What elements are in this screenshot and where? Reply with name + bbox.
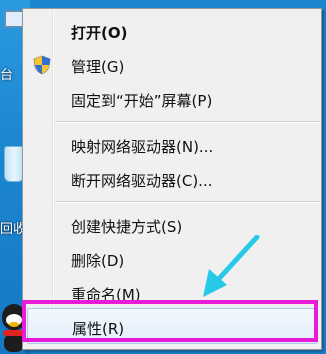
uac-shield-icon [33, 55, 51, 75]
recycle-bin-desktop-icon[interactable] [2, 140, 24, 188]
menu-item-label: 映射网络驱动器(N)... [71, 138, 214, 156]
highlight-box [22, 300, 318, 342]
this-pc-desktop-icon[interactable] [2, 4, 26, 48]
menu-item-label: 断开网络驱动器(C)... [71, 172, 213, 190]
menu-separator [55, 121, 319, 123]
menu-item-label: 管理(G) [71, 58, 125, 76]
menu-item-label: 固定到“开始”屏幕(P) [71, 92, 213, 110]
recycle-bin-icon [4, 146, 24, 182]
menu-separator [55, 201, 319, 203]
menu-item-label: 删除(D) [71, 252, 125, 270]
menu-item-label: 打开(O) [71, 24, 128, 42]
context-menu: 打开(O) 管理(G) 固定到“开始”屏幕(P) 映射网络驱动器(N)... 断… [22, 8, 322, 350]
menu-item-map-network-drive[interactable]: 映射网络驱动器(N)... [23, 127, 321, 163]
menu-item-delete[interactable]: 删除(D) [23, 241, 321, 277]
menu-item-pin-to-start[interactable]: 固定到“开始”屏幕(P) [23, 81, 321, 117]
pointer-arrow-icon [203, 235, 260, 297]
menu-item-open[interactable]: 打开(O) [23, 13, 321, 49]
menu-item-disconnect-network-drive[interactable]: 断开网络驱动器(C)... [23, 161, 321, 197]
menu-item-create-shortcut[interactable]: 创建快捷方式(S) [23, 207, 321, 243]
qq-beak [9, 322, 19, 327]
menu-item-manage[interactable]: 管理(G) [23, 47, 321, 83]
menu-item-label: 创建快捷方式(S) [71, 218, 183, 236]
qq-body [4, 334, 24, 352]
desktop-icon-label-1: 台 [0, 68, 14, 83]
